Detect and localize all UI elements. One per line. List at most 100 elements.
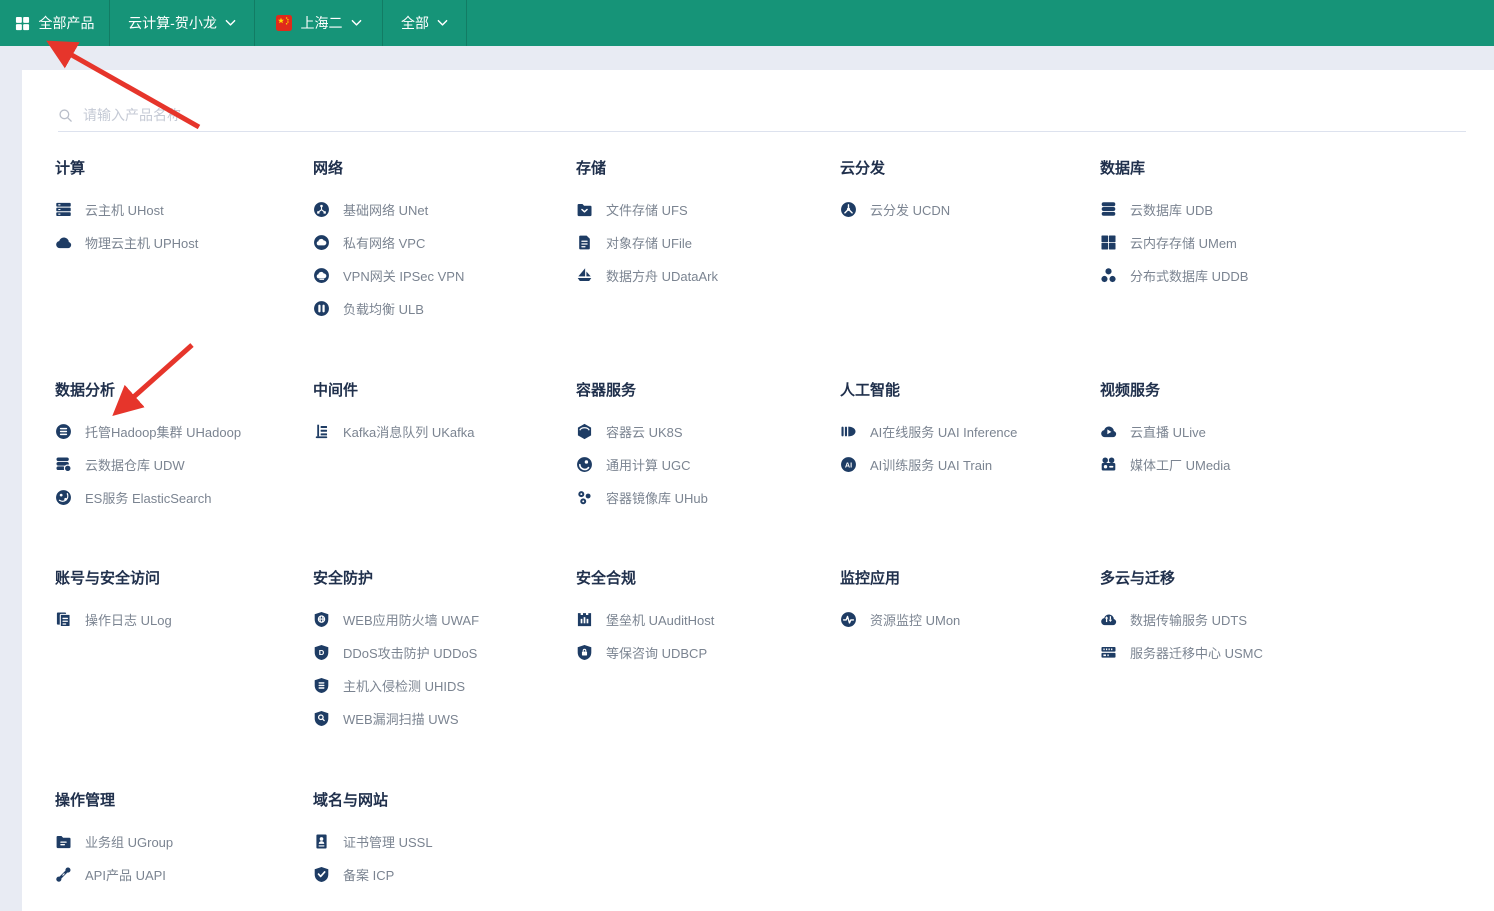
category-title: 人工智能 [840,381,1092,401]
product-link[interactable]: 云主机 UHost [55,193,307,226]
project-label: 全部 [401,13,429,33]
chevron-down-icon [225,19,236,27]
distributed-dots-icon [1100,267,1117,284]
product-label: 云数据仓库 UDW [85,455,185,474]
product-link[interactable]: 备案 ICP [313,858,565,891]
product-link[interactable]: 资源监控 UMon [840,603,1092,636]
product-link[interactable]: 云分发 UCDN [840,193,1092,226]
product-label: WEB应用防火墙 UWAF [343,610,479,629]
product-link[interactable]: Kafka消息队列 UKafka [313,415,565,448]
product-link[interactable]: 通用计算 UGC [576,448,828,481]
region-label: 上海二 [301,13,343,33]
product-link[interactable]: 服务器迁移中心 USMC [1100,636,1352,669]
dbcp-shield-icon [576,644,593,661]
elasticsearch-circle-icon [55,489,72,506]
memory-grid-icon [1100,234,1117,251]
category-block: 安全防护 WEB应用防火墙 UWAF DDDoS攻击防护 UDDoS主机入侵检测 U… [313,569,565,735]
region-selector[interactable]: 上海二 [255,0,383,46]
all-products-label: 全部产品 [39,13,95,33]
product-link[interactable]: 容器镜像库 UHub [576,481,828,514]
product-label: 媒体工厂 UMedia [1130,455,1230,474]
category-title: 操作管理 [55,791,307,811]
product-label: 操作日志 ULog [85,610,172,629]
product-link[interactable]: VPN网关 IPSec VPN [313,259,565,292]
product-link[interactable]: 云数据仓库 UDW [55,448,307,481]
product-link[interactable]: 对象存储 UFile [576,226,828,259]
monitor-wave-icon [840,611,857,628]
product-link[interactable]: 文件存储 UFS [576,193,828,226]
category-block: 安全合规堡垒机 UAuditHost 等保咨询 UDBCP [576,569,828,669]
hadoop-circle-icon [55,423,72,440]
waf-shield-icon [313,611,330,628]
product-link[interactable]: 分布式数据库 UDDB [1100,259,1352,292]
product-link[interactable]: 私有网络 VPC [313,226,565,259]
database-stack-icon [1100,201,1117,218]
product-link[interactable]: AIAI训练服务 UAI Train [840,448,1092,481]
category-block: 监控应用资源监控 UMon [840,569,1092,636]
category-title: 多云与迁移 [1100,569,1352,589]
category-block: 视频服务云直播 ULive 媒体工厂 UMedia [1100,381,1352,481]
product-link[interactable]: 云直播 ULive [1100,415,1352,448]
product-link[interactable]: 云数据库 UDB [1100,193,1352,226]
product-label: 云内存存储 UMem [1130,233,1237,252]
project-selector[interactable]: 全部 [383,0,467,46]
product-label: AI在线服务 UAI Inference [870,422,1017,441]
category-title: 安全合规 [576,569,828,589]
flag-cn-icon [276,15,292,31]
product-link[interactable]: 堡垒机 UAuditHost [576,603,828,636]
category-title: 域名与网站 [313,791,565,811]
product-link[interactable]: AI在线服务 UAI Inference [840,415,1092,448]
product-link[interactable]: 物理云主机 UPHost [55,226,307,259]
product-link[interactable]: 证书管理 USSL [313,825,565,858]
product-link[interactable]: WEB漏洞扫描 UWS [313,702,565,735]
product-label: 堡垒机 UAuditHost [606,610,714,629]
category-title: 视频服务 [1100,381,1352,401]
product-link[interactable]: 业务组 UGroup [55,825,307,858]
product-grid: 计算云主机 UHost物理云主机 UPHost网络基础网络 UNet私有网络 V… [0,0,1494,911]
category-title: 账号与安全访问 [55,569,307,589]
product-label: 私有网络 VPC [343,233,425,252]
cdn-globe-icon [840,201,857,218]
product-label: 云分发 UCDN [870,200,950,219]
category-block: 账号与安全访问操作日志 ULog [55,569,307,636]
k8s-cube-icon [576,423,593,440]
vpn-cloud-icon [313,267,330,284]
boat-icon [576,267,593,284]
product-label: 容器镜像库 UHub [606,488,708,507]
product-link[interactable]: 操作日志 ULog [55,603,307,636]
product-link[interactable]: API产品 UAPI [55,858,307,891]
product-link[interactable]: 负载均衡 ULB [313,292,565,325]
icp-shield-icon [313,866,330,883]
product-link[interactable]: 等保咨询 UDBCP [576,636,828,669]
cloud-icon [55,234,72,251]
product-label: 分布式数据库 UDDB [1130,266,1248,285]
ugc-compute-icon [576,456,593,473]
product-link[interactable]: ES服务 ElasticSearch [55,481,307,514]
product-link[interactable]: 云内存存储 UMem [1100,226,1352,259]
product-link[interactable]: 托管Hadoop集群 UHadoop [55,415,307,448]
category-title: 数据分析 [55,381,307,401]
all-products-button[interactable]: 全部产品 [0,0,110,46]
product-label: Kafka消息队列 UKafka [343,422,475,441]
product-label: VPN网关 IPSec VPN [343,266,464,285]
category-title: 计算 [55,159,307,179]
category-title: 云分发 [840,159,1092,179]
product-link[interactable]: 数据传输服务 UDTS [1100,603,1352,636]
product-link[interactable]: DDDoS攻击防护 UDDoS [313,636,565,669]
category-title: 安全防护 [313,569,565,589]
product-label: 证书管理 USSL [343,832,433,851]
product-link[interactable]: WEB应用防火墙 UWAF [313,603,565,636]
product-link[interactable]: 数据方舟 UDataArk [576,259,828,292]
ddos-shield-icon: D [313,644,330,661]
product-label: 对象存储 UFile [606,233,692,252]
category-title: 中间件 [313,381,565,401]
category-block: 网络基础网络 UNet私有网络 VPCVPN网关 IPSec VPN负载均衡 U… [313,159,565,325]
product-link[interactable]: 主机入侵检测 UHIDS [313,669,565,702]
vpc-cloud-icon [313,234,330,251]
product-link[interactable]: 基础网络 UNet [313,193,565,226]
product-label: AI训练服务 UAI Train [870,455,992,474]
dts-cloud-icon [1100,611,1117,628]
product-link[interactable]: 容器云 UK8S [576,415,828,448]
product-link[interactable]: 媒体工厂 UMedia [1100,448,1352,481]
account-menu[interactable]: 云计算-贺小龙 [110,0,255,46]
